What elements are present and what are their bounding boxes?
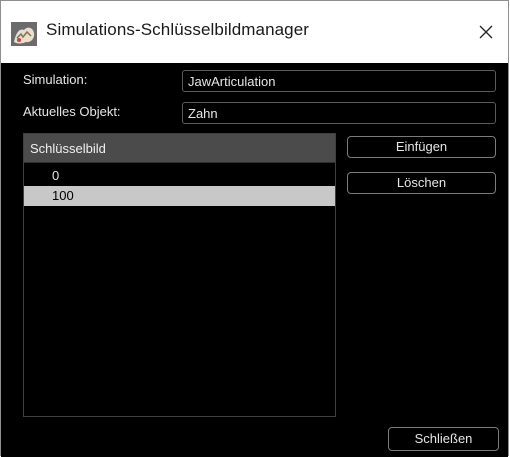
close-button[interactable]: Schließen <box>388 427 499 451</box>
title-bar[interactable]: Simulations-Schlüsselbildmanager <box>1 1 508 63</box>
simulation-field[interactable]: JawArticulation <box>182 70 496 92</box>
window-title: Simulations-Schlüsselbildmanager <box>46 20 310 39</box>
keyframe-list-header[interactable]: Schlüsselbild <box>24 134 335 163</box>
tooth-icon <box>11 22 37 46</box>
object-label: Aktuelles Objekt: <box>23 104 121 119</box>
keyframe-list[interactable]: Schlüsselbild 0 100 <box>23 133 336 417</box>
object-field[interactable]: Zahn <box>182 102 496 124</box>
delete-button[interactable]: Löschen <box>347 172 496 194</box>
dialog-content: Simulation: JawArticulation Aktuelles Ob… <box>1 63 508 457</box>
close-icon[interactable] <box>471 17 501 47</box>
insert-button[interactable]: Einfügen <box>347 136 496 158</box>
keyframe-item-100[interactable]: 100 <box>24 186 335 206</box>
simulation-label: Simulation: <box>23 72 88 87</box>
keyframe-item-0[interactable]: 0 <box>24 166 335 186</box>
keyframe-manager-window: Simulations-Schlüsselbildmanager Simulat… <box>0 0 509 457</box>
